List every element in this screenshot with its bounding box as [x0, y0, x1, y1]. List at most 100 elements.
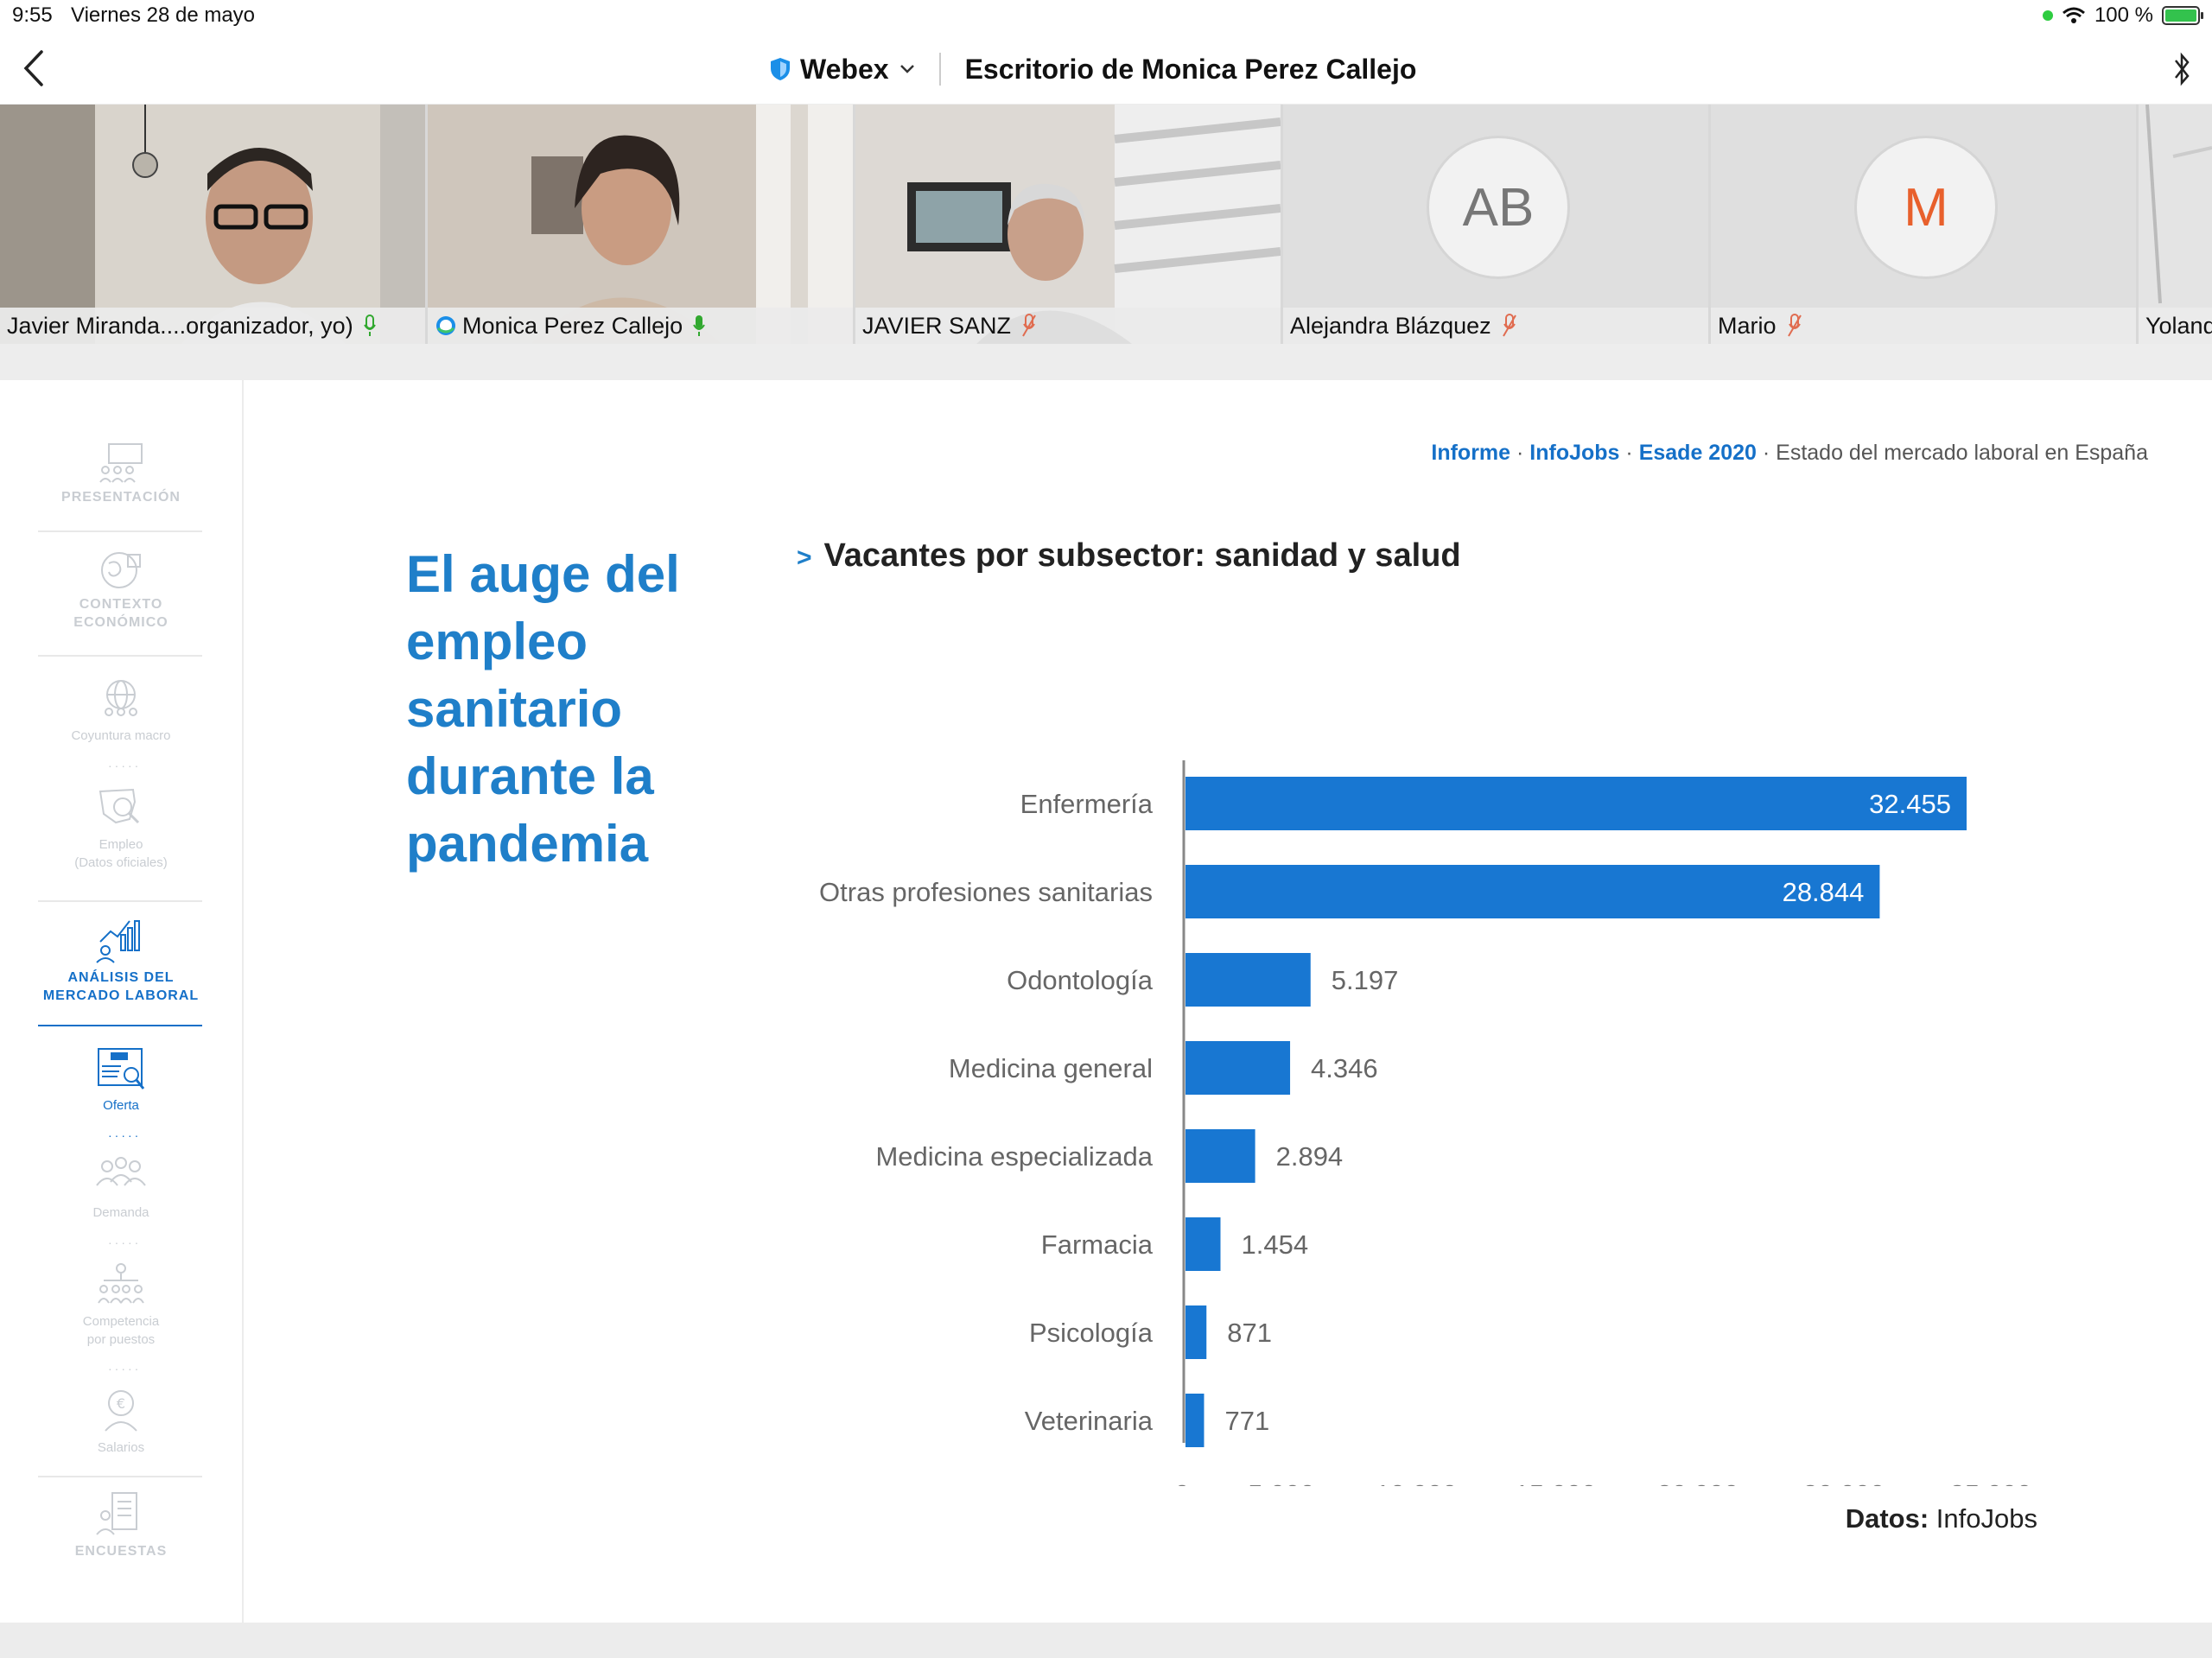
- report-header-esade: Esade 2020: [1638, 441, 1757, 465]
- status-time: 9:55: [12, 3, 53, 27]
- sidebar-item-label: Demanda: [92, 1205, 149, 1220]
- presentation-icon: [99, 443, 143, 483]
- sidebar-dots: ·····: [108, 1362, 142, 1375]
- title-divider: [938, 53, 941, 86]
- meeting-title: Escritorio de Monica Perez Callejo: [964, 53, 1417, 85]
- bar-chart-people-icon: [96, 920, 140, 963]
- status-bar: 9:55 Viernes 28 de mayo 100 %: [0, 0, 2212, 35]
- participant-tile[interactable]: JAVIER SANZ: [855, 105, 1281, 344]
- participant-name-bar: Mario: [1711, 308, 2136, 344]
- sidebar-item-label: ECONÓMICO: [73, 615, 168, 630]
- x-tick-label: 5.000: [1248, 1479, 1315, 1486]
- bar: [1185, 777, 1967, 830]
- category-label: Veterinaria: [1025, 1406, 1154, 1436]
- bar: [1185, 1041, 1291, 1095]
- value-label: 32.455: [1869, 789, 1951, 819]
- avatar: AB: [1427, 136, 1570, 279]
- wifi-icon: [2062, 7, 2085, 23]
- sidebar-dots: ·····: [108, 1236, 142, 1249]
- people-group-icon: [96, 1157, 146, 1186]
- value-label: 5.197: [1332, 965, 1399, 995]
- sidebar-divider: [38, 530, 202, 532]
- sidebar-item-label: (Datos oficiales): [74, 855, 168, 870]
- sidebar-item-contexto-economico: CONTEXTO ECONÓMICO: [35, 548, 207, 632]
- shield-icon: [771, 58, 790, 80]
- participant-name-bar: JAVIER SANZ: [855, 308, 1281, 344]
- mic-muted-icon: [1787, 314, 1802, 337]
- camera-in-use-dot-icon: [2042, 10, 2053, 21]
- data-source: Datos: InfoJobs: [1846, 1503, 2037, 1534]
- value-label: 2.894: [1276, 1141, 1344, 1172]
- sidebar-item-label: Empleo: [99, 837, 143, 852]
- report-header-infojobs: InfoJobs: [1529, 441, 1620, 465]
- sidebar-item-oferta: Oferta: [35, 1047, 207, 1115]
- sidebar-item-label: MERCADO LABORAL: [42, 988, 200, 1003]
- chevron-right-icon: >: [797, 543, 812, 572]
- sidebar-dots: ·····: [108, 1128, 142, 1142]
- salary-person-icon: €: [105, 1390, 137, 1432]
- battery-percent: 100 %: [2094, 3, 2153, 27]
- participant-name: Alejandra Blázquez: [1290, 312, 1491, 339]
- participant-tile[interactable]: AB Alejandra Blázquez: [1283, 105, 1708, 344]
- report-header-informe: Informe: [1431, 441, 1511, 465]
- avatar-initials: AB: [1462, 177, 1535, 238]
- bottom-bar: [0, 1623, 2212, 1658]
- slide-sidebar-nav: PRESENTACIÓN CONTEXTO ECONÓMICO Coyuntur…: [0, 380, 244, 1623]
- bar: [1185, 1129, 1255, 1183]
- category-label: Odontología: [1007, 965, 1154, 995]
- participant-name-bar: Yolanda: [2139, 308, 2212, 344]
- sidebar-item-label: Oferta: [103, 1098, 139, 1113]
- participant-tile[interactable]: Javier Miranda....organizador, yo): [0, 105, 425, 344]
- data-source-label: Datos:: [1845, 1503, 1929, 1534]
- sidebar-item-demanda: Demanda: [35, 1154, 207, 1222]
- participant-tile[interactable]: Yolanda: [2139, 105, 2212, 344]
- bar: [1185, 1305, 1207, 1359]
- slide-title-line: pandemia: [406, 815, 649, 873]
- x-tick-label: 35.000: [1950, 1479, 2032, 1486]
- bar: [1185, 1217, 1221, 1271]
- app-name[interactable]: Webex: [800, 54, 889, 86]
- slide-title: El auge del empleo sanitario durante la …: [406, 541, 769, 878]
- data-source-value: InfoJobs: [1936, 1503, 2037, 1534]
- back-chevron-icon[interactable]: [17, 47, 52, 90]
- x-tick-label: 20.000: [1657, 1479, 1739, 1486]
- sidebar-item-salarios: € Salarios: [35, 1388, 207, 1457]
- chart-title-text: Vacantes por subsector: sanidad y salud: [823, 537, 1461, 574]
- globe-icon: [101, 552, 141, 588]
- sidebar-item-analisis-mercado-laboral: ANÁLISIS DEL MERCADO LABORAL: [35, 916, 207, 1005]
- category-label: Farmacia: [1041, 1229, 1154, 1260]
- sidebar-item-label: ANÁLISIS DEL: [67, 970, 175, 985]
- job-search-icon: [98, 1048, 145, 1089]
- value-label: 771: [1224, 1406, 1269, 1436]
- x-tick-label: 0: [1174, 1479, 1189, 1486]
- category-label: Medicina general: [949, 1053, 1153, 1083]
- svg-text:€: €: [117, 1395, 125, 1412]
- sidebar-divider: [38, 655, 202, 657]
- sidebar-item-coyuntura-macro: Coyuntura macro: [35, 677, 207, 745]
- avatar-initials: M: [1904, 177, 1948, 238]
- chevron-down-icon[interactable]: [899, 64, 915, 74]
- slide-title-line: sanitario: [406, 680, 623, 738]
- sidebar-item-empleo: Empleo (Datos oficiales): [35, 785, 207, 872]
- sidebar-item-label: PRESENTACIÓN: [61, 490, 181, 505]
- slide-title-line: durante la: [406, 747, 654, 805]
- people-globe-icon: [105, 680, 137, 716]
- battery-icon: [2162, 6, 2203, 25]
- mic-on-icon: [693, 315, 705, 336]
- mic-muted-icon: [1502, 314, 1516, 337]
- sidebar-divider: [38, 1476, 202, 1477]
- bluetooth-icon[interactable]: [2169, 50, 2195, 88]
- sidebar-active-divider: [38, 1025, 202, 1026]
- category-label: Enfermería: [1020, 789, 1154, 819]
- map-search-icon: [99, 788, 140, 824]
- participants-strip[interactable]: Javier Miranda....organizador, yo) Monic…: [0, 105, 2212, 344]
- participant-tile[interactable]: Monica Perez Callejo: [428, 105, 853, 344]
- participant-name-bar: Javier Miranda....organizador, yo): [0, 308, 425, 344]
- participant-tile[interactable]: M Mario: [1711, 105, 2136, 344]
- sidebar-item-label: por puestos: [86, 1332, 156, 1347]
- participant-name: JAVIER SANZ: [862, 312, 1012, 339]
- slide-title-line: El auge del: [406, 545, 680, 603]
- sidebar-item-label: Competencia: [82, 1314, 160, 1329]
- hierarchy-icon: [98, 1263, 144, 1304]
- participant-name: Yolanda: [2145, 312, 2212, 339]
